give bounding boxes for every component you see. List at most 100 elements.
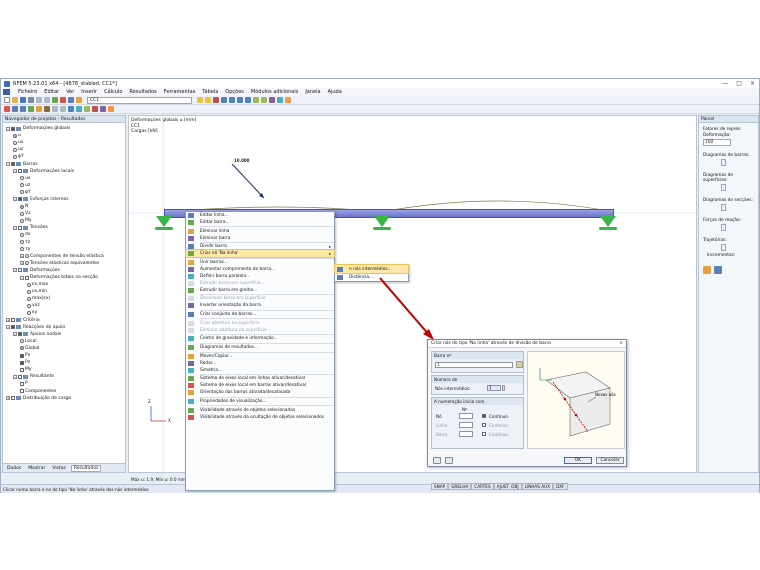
context-menu-item[interactable]: Sistema de eixos local em barras ativar/… xyxy=(186,382,334,389)
tree-item[interactable]: − Barras xyxy=(3,160,125,167)
status-objsnap[interactable]: AJUST. OBJ xyxy=(493,483,522,490)
tree-item[interactable]: uz xyxy=(3,146,125,153)
radio-button[interactable] xyxy=(20,183,24,188)
status-dxf[interactable]: DXF xyxy=(553,483,568,490)
tree-item[interactable]: − Tensões xyxy=(3,224,125,231)
ok-button[interactable]: OK xyxy=(564,457,592,464)
hinge-icon[interactable] xyxy=(36,106,42,112)
tree-item[interactable]: − Apoios nodais xyxy=(3,331,125,338)
checkbox[interactable] xyxy=(20,381,24,386)
context-menu-item[interactable]: Inverter orientação da barra xyxy=(186,302,334,309)
tab-vistas[interactable]: Vistas xyxy=(50,466,67,471)
radio-button[interactable] xyxy=(27,303,31,308)
load-icon[interactable] xyxy=(44,106,50,112)
numbering-start-input[interactable] xyxy=(459,422,473,428)
node-support-2[interactable] xyxy=(373,216,391,230)
radio-button[interactable] xyxy=(20,211,24,216)
menu-tabela[interactable]: Tabela xyxy=(202,89,218,95)
tree-item[interactable]: τy xyxy=(3,246,125,253)
reaction-forces-spinner[interactable] xyxy=(721,224,726,231)
tab-dados[interactable]: Dados xyxy=(5,466,23,471)
expand-icon[interactable]: − xyxy=(13,374,17,379)
menu-calculo[interactable]: Cálculo xyxy=(104,89,122,95)
select-icon[interactable] xyxy=(84,106,90,112)
context-menu-item[interactable]: Eliminar linha xyxy=(186,228,334,235)
menu-resultados[interactable]: Resultados xyxy=(129,89,156,95)
expand-icon[interactable]: + xyxy=(6,396,10,401)
tree-item[interactable]: + Componentes de tensão elástica xyxy=(3,253,125,260)
tree-item[interactable]: γxz xyxy=(3,302,125,309)
tree-item[interactable]: εx,max xyxy=(3,281,125,288)
status-guidelines[interactable]: LINHAS AUX xyxy=(521,483,554,490)
context-menu-item[interactable]: Visibilidade através de objetos selecion… xyxy=(186,407,334,414)
menu-ficheiro[interactable]: Ficheiro xyxy=(18,89,37,95)
calculate-icon[interactable] xyxy=(60,97,66,103)
menu-janela[interactable]: Janela xyxy=(305,89,320,95)
tree-item[interactable]: − Deformações totais na secção xyxy=(3,274,125,281)
comment-icon[interactable] xyxy=(76,106,82,112)
tree-item[interactable]: My xyxy=(3,366,125,373)
help-icon[interactable] xyxy=(433,457,441,464)
context-menu-item[interactable]: Orientação das barras ativada/desativada xyxy=(186,389,334,396)
tree-item[interactable]: P xyxy=(3,380,125,387)
next-loadcase-icon[interactable] xyxy=(205,97,211,103)
panel-settings-icon[interactable] xyxy=(703,266,711,274)
view-y-icon[interactable] xyxy=(237,97,243,103)
context-menu-item[interactable]: Sistema de eixos local em linhas ativar/… xyxy=(186,376,334,383)
save-icon[interactable] xyxy=(20,97,26,103)
context-menu-item[interactable]: Extrudir barra em grelha... xyxy=(186,287,334,294)
checkbox[interactable] xyxy=(18,332,22,337)
surface-diagrams-spinner[interactable] xyxy=(721,184,726,191)
prev-loadcase-icon[interactable] xyxy=(197,97,203,103)
menu-ferramentas[interactable]: Ferramentas xyxy=(164,89,196,95)
checkbox[interactable] xyxy=(18,169,22,174)
context-menu-item[interactable]: Mover/Copiar... xyxy=(186,353,334,360)
tree-item[interactable]: + Critério xyxy=(3,317,125,324)
radio-button[interactable] xyxy=(27,282,31,287)
expand-icon[interactable]: − xyxy=(13,268,17,273)
context-menu-item[interactable]: Editar linha... xyxy=(186,212,334,219)
checkbox[interactable] xyxy=(18,268,22,273)
expand-icon[interactable]: − xyxy=(13,197,17,202)
checkbox[interactable] xyxy=(20,353,24,358)
tree-item[interactable]: Componentes xyxy=(3,387,125,394)
radio-button[interactable] xyxy=(20,204,24,209)
continuous-checkbox[interactable] xyxy=(482,432,486,436)
view-z-icon[interactable] xyxy=(245,97,251,103)
member-icon[interactable] xyxy=(20,106,26,112)
context-menu-item[interactable]: Visibilidade através da ocultação de obj… xyxy=(186,414,334,421)
radio-button[interactable] xyxy=(20,176,24,181)
continuous-checkbox[interactable] xyxy=(482,423,486,427)
node-support-1[interactable] xyxy=(155,216,173,230)
context-menu-item[interactable]: Criar conjunto de barras... xyxy=(186,311,334,318)
menu-ver[interactable]: Ver xyxy=(66,89,74,95)
checkbox[interactable] xyxy=(20,389,24,394)
view-iso-icon[interactable] xyxy=(221,97,227,103)
expand-icon[interactable]: − xyxy=(6,126,10,131)
tree-item[interactable]: uz xyxy=(3,182,125,189)
checkbox[interactable] xyxy=(11,162,15,167)
expand-icon[interactable]: − xyxy=(6,325,10,330)
menu-modulos[interactable]: Módulos adicionais xyxy=(251,89,298,95)
radio-button[interactable] xyxy=(13,133,17,138)
context-menu-item[interactable]: Dividir barra ▸ xyxy=(186,243,334,250)
radio-button[interactable] xyxy=(13,147,17,152)
grid-icon[interactable] xyxy=(52,106,58,112)
tree-item[interactable]: − Esforços internos xyxy=(3,196,125,203)
tree-item[interactable]: σx xyxy=(3,231,125,238)
loadcase-select[interactable]: CC1 xyxy=(87,96,192,104)
radio-button[interactable] xyxy=(20,346,24,351)
tree-item[interactable]: + Distribuição de carga xyxy=(3,395,125,402)
context-menu-item[interactable]: Unir barras... xyxy=(186,259,334,266)
checkbox[interactable] xyxy=(18,197,22,202)
tree-item[interactable]: Px xyxy=(3,352,125,359)
rotate-icon[interactable] xyxy=(108,106,114,112)
trajectories-spinner[interactable] xyxy=(721,244,726,251)
redo-icon[interactable] xyxy=(44,97,50,103)
tree-item[interactable]: εx,min xyxy=(3,288,125,295)
tree-item[interactable]: τz xyxy=(3,239,125,246)
radio-button[interactable] xyxy=(13,154,17,159)
context-menu-item[interactable]: Diagramas de resultados... xyxy=(186,344,334,351)
context-menu-item[interactable]: Editar barra... xyxy=(186,219,334,226)
radio-button[interactable] xyxy=(20,218,24,223)
